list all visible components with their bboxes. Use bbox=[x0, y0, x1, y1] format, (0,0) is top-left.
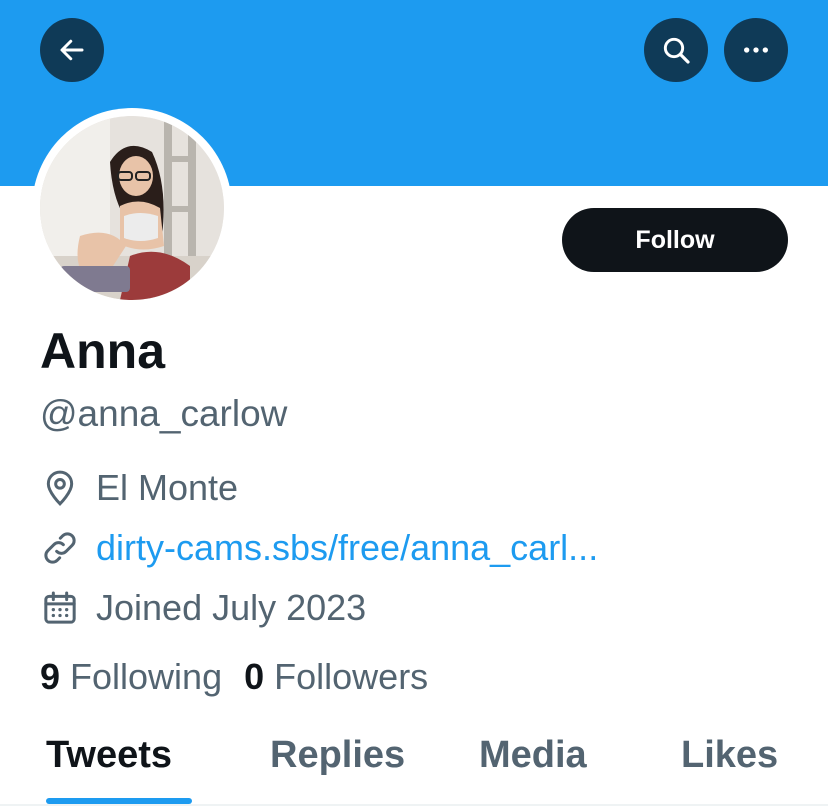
joined-date: Joined July 2023 bbox=[96, 587, 367, 628]
tab-replies[interactable]: Replies bbox=[270, 734, 405, 777]
display-name: Anna bbox=[40, 323, 165, 379]
followers-link[interactable]: 0 Followers bbox=[244, 656, 428, 698]
avatar[interactable] bbox=[32, 108, 232, 308]
calendar-icon bbox=[40, 585, 86, 631]
search-button[interactable] bbox=[644, 18, 708, 82]
joined-row: Joined July 2023 bbox=[40, 585, 366, 631]
more-options-button[interactable] bbox=[724, 18, 788, 82]
more-horizontal-icon bbox=[744, 47, 768, 53]
location-pin-icon bbox=[40, 465, 86, 511]
location-text: El Monte bbox=[96, 467, 239, 508]
profile-photo bbox=[40, 116, 224, 300]
following-label: Following bbox=[70, 656, 223, 697]
following-count: 9 bbox=[40, 656, 61, 697]
following-link[interactable]: 9 Following bbox=[40, 656, 222, 698]
profile-tabs: Tweets Replies Media Likes bbox=[0, 720, 828, 806]
link-icon bbox=[40, 525, 86, 571]
followers-label: Followers bbox=[274, 656, 429, 697]
location-row: El Monte bbox=[40, 465, 238, 511]
search-icon bbox=[663, 37, 690, 64]
arrow-left-icon bbox=[60, 39, 84, 61]
follow-button[interactable]: Follow bbox=[562, 208, 788, 272]
tab-tweets[interactable]: Tweets bbox=[46, 734, 172, 777]
website-link[interactable]: dirty-cams.sbs/free/anna_carl... bbox=[96, 527, 598, 569]
followers-count: 0 bbox=[244, 656, 265, 697]
tab-media[interactable]: Media bbox=[479, 734, 587, 777]
user-handle: @anna_carlow bbox=[40, 393, 288, 434]
back-button[interactable] bbox=[40, 18, 104, 82]
follow-stats: 9 Following 0 Followers bbox=[40, 656, 428, 698]
website-row: dirty-cams.sbs/free/anna_carl... bbox=[40, 525, 598, 571]
tab-likes[interactable]: Likes bbox=[681, 734, 778, 777]
